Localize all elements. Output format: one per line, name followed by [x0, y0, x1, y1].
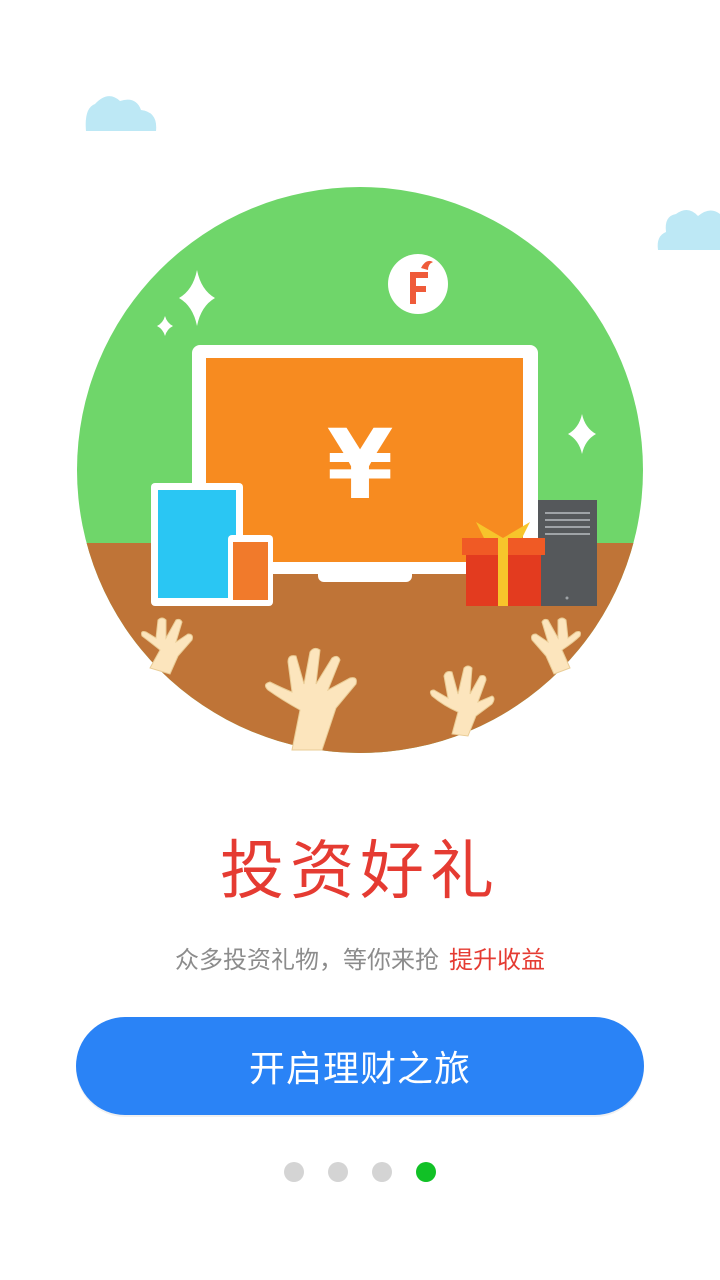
cloud-icon — [657, 209, 720, 250]
page-dot[interactable] — [328, 1162, 348, 1182]
page-dot[interactable] — [372, 1162, 392, 1182]
hero-illustration: ¥ — [77, 96, 720, 753]
phone-icon — [228, 535, 273, 606]
server-icon — [538, 500, 597, 606]
page-dot[interactable] — [284, 1162, 304, 1182]
currency-symbol: ¥ — [327, 409, 394, 521]
cloud-icon — [85, 96, 157, 131]
page-subtitle: 众多投资礼物，等你来抢 提升收益 — [0, 945, 720, 976]
subtitle-text: 众多投资礼物，等你来抢 — [175, 946, 439, 974]
page-title: 投资好礼 — [220, 835, 500, 909]
brand-badge-icon — [388, 254, 448, 314]
page-indicator — [0, 1160, 720, 1184]
start-journey-button[interactable]: 开启理财之旅 — [76, 1017, 644, 1115]
page-dot-active[interactable] — [416, 1162, 436, 1182]
subtitle-highlight: 提升收益 — [449, 946, 545, 974]
